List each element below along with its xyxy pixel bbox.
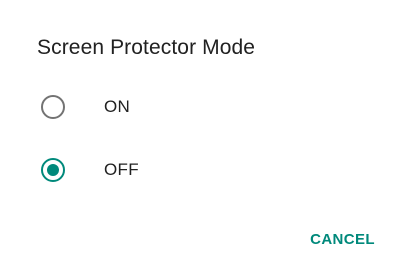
option-on[interactable]: ON [0, 79, 400, 135]
radio-checked-icon[interactable] [41, 158, 65, 182]
dialog-title: Screen Protector Mode [37, 36, 256, 59]
radio-dot [47, 164, 59, 176]
option-on-label: ON [104, 97, 131, 116]
screen-protector-dialog: Screen Protector Mode ON OFF CANCEL [0, 0, 400, 279]
option-off-label: OFF [104, 160, 139, 179]
cancel-button[interactable]: CANCEL [310, 231, 375, 248]
radio-unchecked-icon[interactable] [41, 95, 65, 119]
option-off[interactable]: OFF [0, 142, 400, 198]
